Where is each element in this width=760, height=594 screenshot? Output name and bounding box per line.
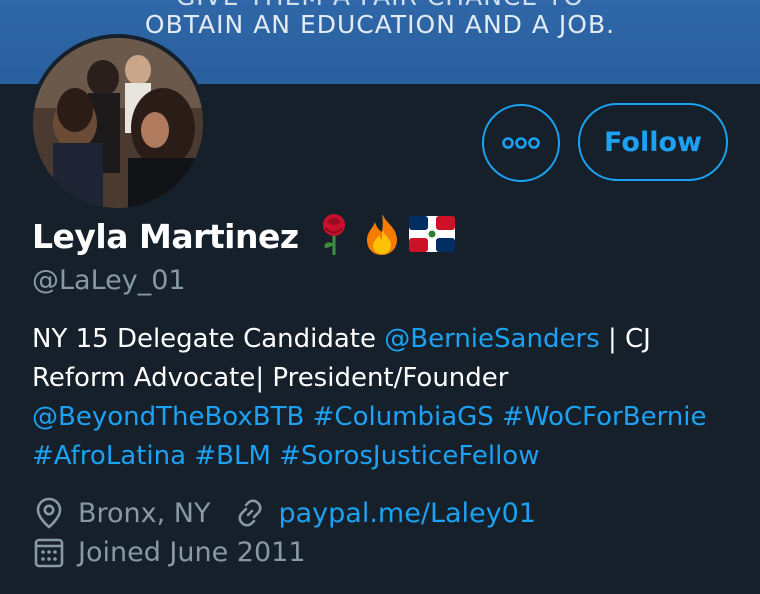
joined-date-text: Joined June 2011 [78, 536, 306, 568]
more-icon [502, 137, 540, 149]
location-pin-icon [32, 496, 66, 530]
bio-text: NY 15 Delegate Candidate [32, 324, 385, 354]
mention-link[interactable]: @BeyondTheBoxBTB [32, 402, 304, 432]
profile-meta-joined: Joined June 2011 [32, 535, 306, 569]
display-name: Leyla Martinez [32, 216, 299, 256]
mention-link[interactable]: @BernieSanders [384, 324, 599, 354]
link-icon [233, 496, 267, 530]
rose-icon [317, 212, 351, 261]
profile-meta-location: Bronx, NY paypal.me/Laley01 [32, 496, 536, 530]
location-text: Bronx, NY [78, 497, 211, 529]
name-row: Leyla Martinez [32, 213, 455, 259]
flag-dominican-republic-icon [408, 215, 455, 257]
avatar[interactable] [29, 34, 207, 212]
calendar-icon [32, 535, 66, 569]
hashtag-link[interactable]: #WoCForBernie [502, 402, 706, 432]
hashtag-link[interactable]: #BLM [194, 441, 271, 471]
more-options-button[interactable] [482, 104, 560, 182]
user-handle: @LaLey_01 [32, 265, 186, 296]
hashtag-link[interactable]: #ColumbiaGS [313, 402, 494, 432]
hashtag-link[interactable]: #SorosJusticeFellow [279, 441, 539, 471]
hashtag-link[interactable]: #AfroLatina [32, 441, 186, 471]
follow-button[interactable]: Follow [578, 103, 728, 181]
fire-icon [361, 212, 403, 261]
profile-bio: NY 15 Delegate Candidate @BernieSanders … [32, 320, 732, 476]
website-link[interactable]: paypal.me/Laley01 [279, 498, 536, 529]
avatar-photo [33, 38, 203, 208]
